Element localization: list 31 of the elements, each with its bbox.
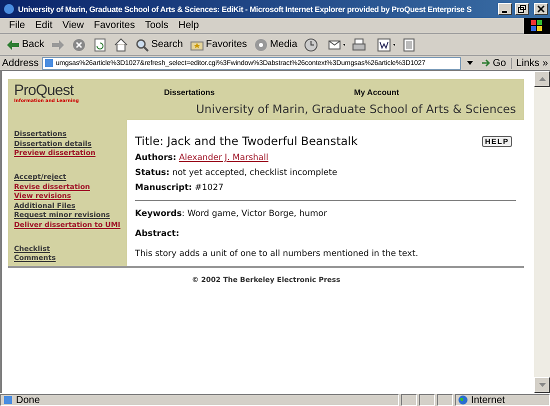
school-name: University of Marin, Graduate School of Arts & Sciences [195, 102, 517, 116]
toolbar-button[interactable]: Back [4, 34, 46, 54]
field-value: #1027 [194, 183, 224, 193]
field-value: not yet accepted, checklist incomplete [172, 168, 338, 178]
status-text: Done [16, 394, 40, 406]
toolbar-button[interactable]: Media [252, 34, 300, 54]
field-label: Abstract: [135, 229, 180, 239]
field-label: Status: [135, 168, 170, 178]
field-value: : Word game, Victor Borge, humor [182, 209, 327, 219]
author-link[interactable]: Alexander J. Marshall [178, 153, 268, 163]
nav-link[interactable]: My Account [354, 88, 454, 97]
go-button[interactable]: Go [478, 56, 508, 70]
zone-text: Internet [471, 394, 505, 406]
address-label: Address [2, 58, 39, 68]
menu-item[interactable]: Favorites [88, 20, 140, 31]
field-label: Manuscript: [135, 183, 192, 193]
toolbar-button[interactable]: Search [133, 34, 185, 54]
menu-item[interactable]: Edit [30, 20, 58, 31]
menu-item[interactable]: View [57, 20, 89, 31]
menu-item[interactable]: File [4, 20, 30, 31]
more-links-chevron[interactable]: » [542, 58, 548, 68]
field-label: Authors: [135, 153, 176, 163]
toolbar-button[interactable]: Favorites [188, 34, 250, 54]
abstract-text: This story adds a unit of one to all numbers mentioned in the text. [135, 249, 418, 259]
links-label[interactable]: Links [511, 58, 540, 68]
nav-link[interactable]: Dissertations [164, 88, 354, 97]
menu-item[interactable]: Help [173, 20, 204, 31]
menu-item[interactable]: Tools [140, 20, 174, 31]
document-title: Title: Jack and the Twoderful Beanstalk [135, 134, 358, 148]
logo-text: ProQuest [14, 82, 74, 99]
field-label: Keywords [135, 209, 182, 219]
